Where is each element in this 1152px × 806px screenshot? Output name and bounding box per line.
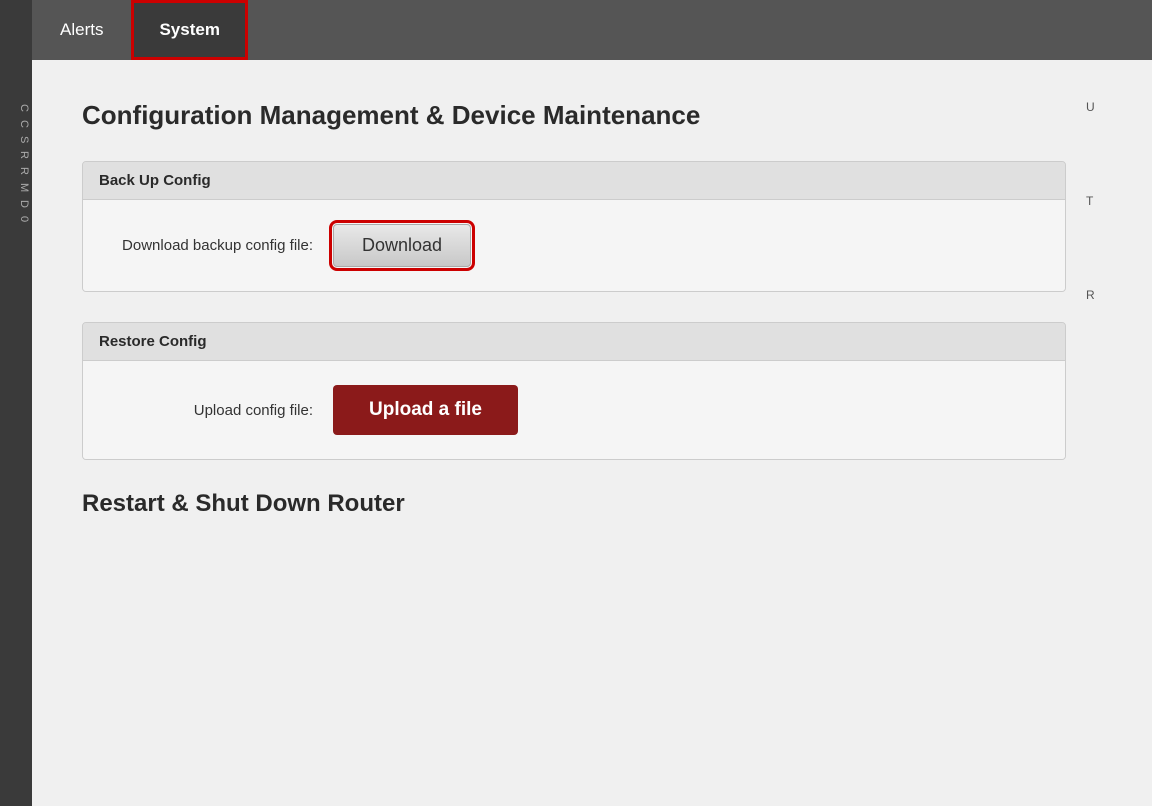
right-panel: U T R bbox=[1086, 100, 1102, 766]
sidebar-text: D bbox=[0, 196, 32, 212]
sidebar-text: R bbox=[0, 163, 32, 179]
sidebar-text: R bbox=[0, 147, 32, 163]
sidebar-text: C bbox=[0, 116, 32, 132]
main-area: Alerts System Configuration Management &… bbox=[32, 0, 1152, 806]
upload-file-button[interactable]: Upload a file bbox=[333, 385, 518, 435]
tab-bar: Alerts System bbox=[32, 0, 1152, 60]
right-panel-item-r: R bbox=[1086, 288, 1102, 302]
content-area: Configuration Management & Device Mainte… bbox=[32, 60, 1152, 806]
sidebar-text: C bbox=[0, 100, 32, 116]
backup-config-body: Download backup config file: Download bbox=[83, 200, 1065, 291]
tab-system[interactable]: System bbox=[131, 0, 247, 60]
sidebar-text: S bbox=[0, 132, 32, 147]
backup-config-label: Download backup config file: bbox=[113, 237, 313, 254]
tab-alerts[interactable]: Alerts bbox=[32, 0, 131, 60]
restore-config-box: Restore Config Upload config file: Uploa… bbox=[82, 322, 1066, 460]
sidebar-text: M bbox=[0, 179, 32, 196]
restore-config-body: Upload config file: Upload a file bbox=[83, 361, 1065, 459]
right-panel-item-u: U bbox=[1086, 100, 1102, 114]
restore-config-label: Upload config file: bbox=[113, 402, 313, 419]
download-button[interactable]: Download bbox=[333, 224, 471, 267]
section-title: Configuration Management & Device Mainte… bbox=[82, 100, 1066, 131]
restore-config-header: Restore Config bbox=[83, 323, 1065, 361]
sidebar: C C S R R M D 0 bbox=[0, 0, 32, 806]
sidebar-text: 0 bbox=[0, 212, 32, 226]
backup-config-header: Back Up Config bbox=[83, 162, 1065, 200]
restart-heading: Restart & Shut Down Router bbox=[82, 490, 1066, 518]
content-main: Configuration Management & Device Mainte… bbox=[82, 100, 1086, 766]
backup-config-box: Back Up Config Download backup config fi… bbox=[82, 161, 1066, 292]
right-panel-item-t: T bbox=[1086, 194, 1102, 208]
